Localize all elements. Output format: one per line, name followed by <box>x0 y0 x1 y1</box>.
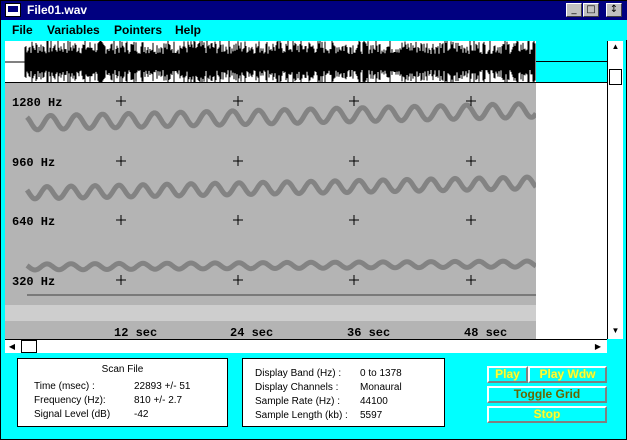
scan-frequency-value: 810 +/- 2.7 <box>134 395 183 406</box>
grid-cross <box>466 215 476 225</box>
horizontal-scroll-thumb[interactable] <box>21 340 37 353</box>
window-title: File01.wav <box>27 3 88 17</box>
display-info-panel: Display Band (Hz) : 0 to 1378 Display Ch… <box>242 358 445 427</box>
toggle-grid-button[interactable]: Toggle Grid <box>487 386 607 403</box>
app-window: File01.wav _ □ ↕ File Variables Pointers… <box>0 0 627 440</box>
scan-panel-title: Scan File <box>101 364 144 375</box>
stop-button[interactable]: Stop <box>487 406 607 423</box>
display-band-value: 0 to 1378 <box>360 368 402 379</box>
display-band-label: Display Band (Hz) : <box>255 368 342 379</box>
scan-time-value: 22893 +/- 51 <box>134 381 191 392</box>
menu-file[interactable]: File <box>12 23 33 37</box>
grid-cross <box>466 275 476 285</box>
grid-cross <box>233 215 243 225</box>
grid-cross <box>116 275 126 285</box>
sample-rate-label: Sample Rate (Hz) : <box>255 396 341 407</box>
sample-rate-value: 44100 <box>360 396 388 407</box>
time-label-24: 24 sec <box>230 326 273 339</box>
grid-cross <box>233 96 243 106</box>
grid-cross <box>233 275 243 285</box>
freq-label-320: 320 Hz <box>12 275 55 289</box>
scroll-left-icon[interactable]: ◀ <box>5 340 19 353</box>
scan-frequency-label: Frequency (Hz): <box>34 395 106 406</box>
scroll-down-icon[interactable]: ▼ <box>608 325 623 337</box>
grid-cross <box>116 156 126 166</box>
noise-band <box>5 305 536 321</box>
grid-cross <box>349 275 359 285</box>
scan-file-panel: Scan File Time (msec) : 22893 +/- 51 Fre… <box>17 358 228 427</box>
grid-cross <box>116 96 126 106</box>
spectrogram-traces <box>5 101 536 321</box>
grid-cross <box>233 156 243 166</box>
display-channels-value: Monaural <box>360 382 402 393</box>
maximize-button[interactable]: □ <box>583 3 599 17</box>
waveform-plot <box>5 41 536 83</box>
scan-signal-label: Signal Level (dB) <box>34 409 111 420</box>
play-window-button[interactable]: Play Wdw <box>528 366 607 383</box>
horizontal-scrollbar[interactable]: ◀ ▶ <box>5 339 607 353</box>
menu-pointers[interactable]: Pointers <box>114 23 162 37</box>
vertical-scrollbar[interactable]: ▲ ▼ <box>607 41 623 339</box>
overview-baseline <box>5 82 607 83</box>
menu-variables[interactable]: Variables <box>47 23 100 37</box>
play-button[interactable]: Play <box>487 366 528 383</box>
waveform-trace <box>5 41 536 83</box>
freq-label-960: 960 Hz <box>12 156 55 170</box>
freq-label-640: 640 Hz <box>12 215 55 229</box>
scan-time-label: Time (msec) : <box>34 381 95 392</box>
spectrogram-margin <box>536 83 607 339</box>
sample-length-value: 5597 <box>360 410 383 421</box>
time-label-12: 12 sec <box>114 326 157 339</box>
display-channels-label: Display Channels : <box>255 382 339 393</box>
grid-cross <box>349 156 359 166</box>
time-label-36: 36 sec <box>347 326 390 339</box>
scan-signal-value: -42 <box>134 409 149 420</box>
grid-cross <box>349 215 359 225</box>
harmonic-trace-1 <box>25 101 536 133</box>
grid-cross <box>466 156 476 166</box>
maximize-icon: □ <box>586 4 596 15</box>
grid-cross <box>116 215 126 225</box>
freq-label-1280: 1280 Hz <box>12 96 62 110</box>
app-icon[interactable] <box>5 3 21 17</box>
sample-length-label: Sample Length (kb) : <box>255 410 348 421</box>
minimize-button[interactable]: _ <box>566 3 582 17</box>
spectrogram[interactable]: 1280 Hz 960 Hz 640 Hz 320 Hz 12 sec 24 s… <box>5 83 536 339</box>
menu-help[interactable]: Help <box>175 23 201 37</box>
spectrogram-plot: 1280 Hz 960 Hz 640 Hz 320 Hz 12 sec 24 s… <box>5 96 536 339</box>
restore-button[interactable]: ↕ <box>606 3 622 17</box>
scroll-right-icon[interactable]: ▶ <box>591 340 605 353</box>
scroll-up-icon[interactable]: ▲ <box>608 41 623 53</box>
playback-controls: Play Play Wdw Toggle Grid Stop <box>487 363 609 425</box>
harmonic-trace-3 <box>25 258 536 273</box>
harmonic-trace-2 <box>24 174 536 202</box>
title-bar[interactable]: File01.wav _ □ ↕ <box>1 1 627 20</box>
menu-bar: File Variables Pointers Help <box>1 20 627 40</box>
waveform-overview[interactable] <box>5 41 536 83</box>
time-label-48: 48 sec <box>464 326 507 339</box>
overview-divider <box>536 61 607 62</box>
grid-cross <box>349 96 359 106</box>
restore-icon: ↕ <box>609 4 619 15</box>
minimize-icon: _ <box>571 4 577 15</box>
vertical-scroll-thumb[interactable] <box>609 69 622 85</box>
